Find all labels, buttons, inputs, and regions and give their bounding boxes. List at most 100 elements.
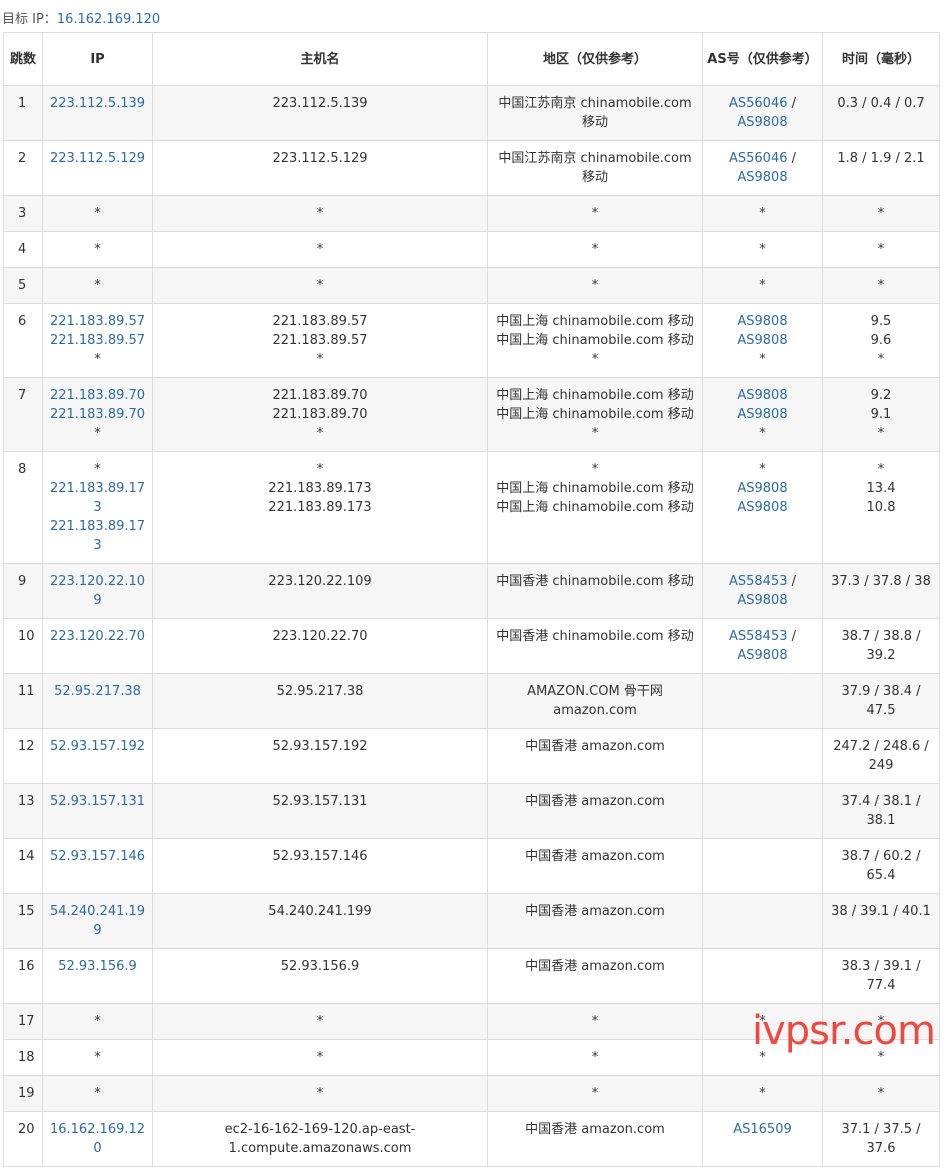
time-value: *	[877, 352, 885, 367]
ip-value: *	[94, 206, 101, 221]
asn-link[interactable]: AS9808	[737, 170, 787, 185]
ip-link[interactable]: 52.93.157.192	[47, 737, 148, 756]
region-cell: *	[487, 267, 703, 304]
asn-link[interactable]: AS9808	[737, 500, 787, 515]
ip-link[interactable]: 221.183.89.57	[47, 331, 148, 350]
ip-link[interactable]: 223.112.5.139	[47, 94, 148, 113]
table-header-row: 跳数 IP 主机名 地区（仅供参考） AS号（仅供参考） 时间（毫秒）	[3, 32, 940, 86]
host-value: 221.183.89.173	[268, 481, 372, 496]
ip-cell: 223.112.5.139	[42, 85, 153, 141]
host-cell: *	[152, 1003, 488, 1040]
time-cell: 247.2 / 248.6 / 249	[822, 728, 940, 784]
asn-link[interactable]: AS56046	[729, 151, 788, 166]
ip-link[interactable]: 221.183.89.70	[47, 386, 148, 405]
table-row: 13 52.93.157.131 52.93.157.131 中国香港 amazon.…	[3, 783, 940, 839]
table-row: 9 223.120.22.109 223.120.22.109 中国香港 chinam…	[3, 563, 940, 619]
asn-cell	[702, 838, 823, 894]
ip-link[interactable]: 221.183.89.173	[47, 479, 148, 517]
ip-cell: *	[42, 1039, 153, 1076]
host-value: 54.240.241.199	[268, 904, 372, 919]
hop-cell: 20	[3, 1111, 43, 1167]
time-value: *	[877, 426, 885, 441]
ip-link[interactable]: 52.93.157.131	[47, 792, 148, 811]
asn-link[interactable]: AS56046	[729, 96, 788, 111]
asn-link[interactable]: AS9808	[737, 407, 787, 422]
ip-cell: 16.162.169.120	[42, 1111, 153, 1167]
ip-cell: 52.95.217.38	[42, 673, 153, 729]
region-value: 中国上海 chinamobile.com 移动	[496, 388, 694, 403]
asn-link[interactable]: AS9808	[737, 333, 787, 348]
asn-group: AS9808	[707, 498, 818, 517]
asn-link[interactable]: AS9808	[737, 481, 787, 496]
asn-link[interactable]: AS58453	[729, 629, 788, 644]
time-value: 9.6	[870, 333, 892, 348]
time-cell: *	[822, 1075, 940, 1112]
ip-cell: 223.120.22.109	[42, 563, 153, 619]
region-value: 中国江苏南京 chinamobile.com 移动	[498, 151, 692, 185]
asn-separator: /	[787, 574, 796, 589]
hop-cell: 9	[3, 563, 43, 619]
host-cell: *	[152, 1039, 488, 1076]
ip-link[interactable]: 54.240.241.199	[47, 902, 148, 940]
ip-link[interactable]: 221.183.89.173	[47, 517, 148, 555]
table-row: 18 * * * * *	[3, 1039, 940, 1076]
hop-cell: 3	[3, 195, 43, 232]
host-value: 221.183.89.70	[272, 407, 368, 422]
time-cell: 38.3 / 39.1 / 77.4	[822, 948, 940, 1004]
ip-cell: *	[42, 231, 153, 268]
table-row: 14 52.93.157.146 52.93.157.146 中国香港 amazon.…	[3, 838, 940, 894]
asn-cell: *	[702, 231, 823, 268]
host-cell: *	[152, 195, 488, 232]
ip-link[interactable]: 223.120.22.109	[47, 572, 148, 610]
host-value: *	[316, 242, 324, 257]
asn-value: *	[759, 206, 766, 221]
asn-group: AS58453 / AS9808	[707, 572, 818, 610]
region-value: 中国香港 chinamobile.com 移动	[496, 574, 694, 589]
region-cell: 中国香港 amazon.com	[487, 783, 703, 839]
header-time: 时间（毫秒）	[822, 32, 940, 86]
host-value: *	[316, 462, 324, 477]
asn-link[interactable]: AS9808	[737, 115, 787, 130]
region-cell: AMAZON.COM 骨干网 amazon.com	[487, 673, 703, 729]
asn-link[interactable]: AS9808	[737, 648, 787, 663]
ip-link[interactable]: 223.120.22.70	[47, 627, 148, 646]
host-cell: 52.93.157.146	[152, 838, 488, 894]
asn-link[interactable]: AS9808	[737, 388, 787, 403]
host-value: *	[316, 1086, 324, 1101]
asn-cell: AS58453 / AS9808	[702, 618, 823, 674]
asn-group: AS16509	[707, 1120, 818, 1139]
time-cell: 37.3 / 37.8 / 38	[822, 563, 940, 619]
host-cell: *	[152, 231, 488, 268]
ip-link[interactable]: 52.93.156.9	[47, 957, 148, 976]
asn-cell: AS16509	[702, 1111, 823, 1167]
host-value: 223.120.22.70	[272, 629, 368, 644]
time-value: 0.3 / 0.4 / 0.7	[837, 96, 925, 111]
asn-link[interactable]: AS9808	[737, 314, 787, 329]
ip-link[interactable]: 221.183.89.57	[47, 312, 148, 331]
region-value: 中国香港 amazon.com	[525, 849, 665, 864]
ip-cell: *	[42, 267, 153, 304]
host-cell: 54.240.241.199	[152, 893, 488, 949]
asn-group: AS58453 / AS9808	[707, 627, 818, 665]
region-cell: *	[487, 231, 703, 268]
target-ip-link[interactable]: 16.162.169.120	[57, 12, 160, 27]
asn-cell: AS58453 / AS9808	[702, 563, 823, 619]
time-cell: 37.9 / 38.4 / 47.5	[822, 673, 940, 729]
asn-link[interactable]: AS9808	[737, 593, 787, 608]
target-ip-line: 目标 IP：16.162.169.120	[2, 8, 160, 27]
ip-link[interactable]: 221.183.89.70	[47, 405, 148, 424]
hop-cell: 11	[3, 673, 43, 729]
asn-cell: *	[702, 1003, 823, 1040]
ip-cell: *	[42, 1003, 153, 1040]
ip-link[interactable]: 16.162.169.120	[47, 1120, 148, 1158]
region-value: *	[591, 278, 599, 293]
ip-link[interactable]: 223.112.5.129	[47, 149, 148, 168]
asn-group: AS9808	[707, 386, 818, 405]
time-value: *	[877, 1014, 885, 1029]
ip-link[interactable]: 52.95.217.38	[47, 682, 148, 701]
asn-link[interactable]: AS16509	[733, 1122, 792, 1137]
asn-link[interactable]: AS58453	[729, 574, 788, 589]
hop-cell: 15	[3, 893, 43, 949]
ip-link[interactable]: 52.93.157.146	[47, 847, 148, 866]
region-value: *	[591, 1014, 599, 1029]
